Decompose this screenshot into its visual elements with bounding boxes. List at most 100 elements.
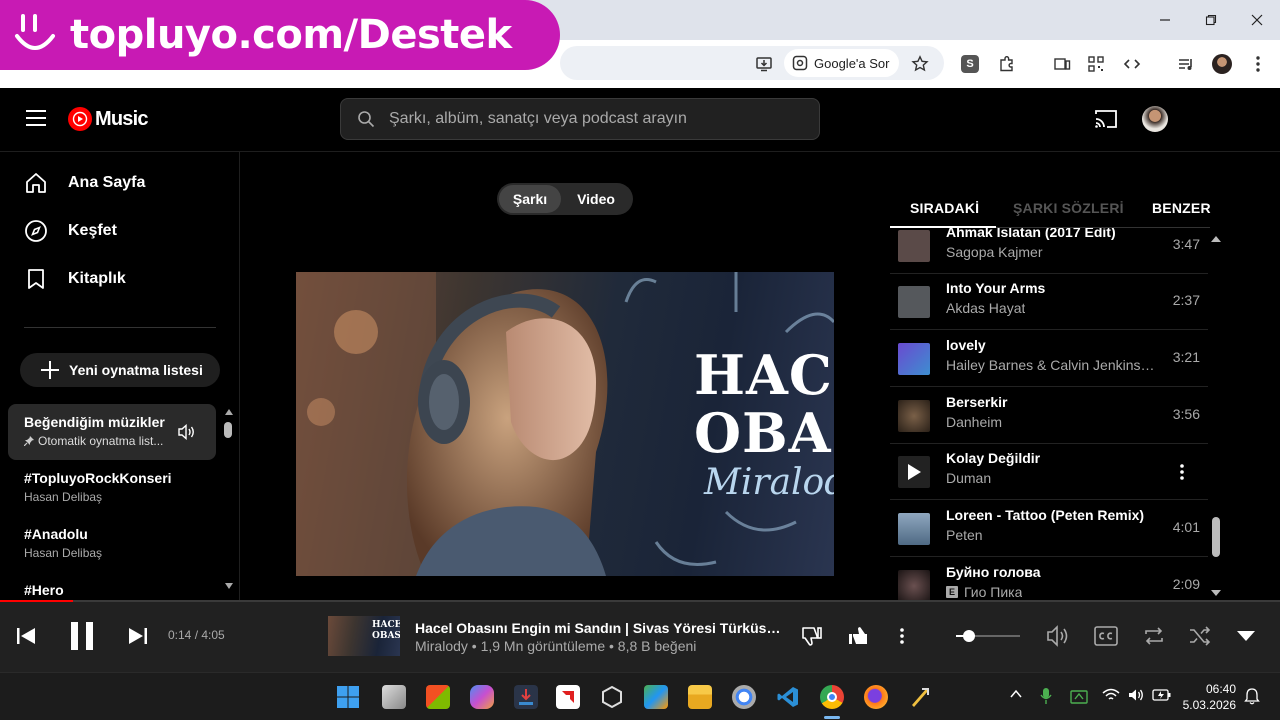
media-controls-icon[interactable]	[1174, 52, 1198, 76]
app-logo[interactable]: Music	[68, 107, 148, 131]
task-view-icon[interactable]	[382, 685, 406, 709]
volume-button[interactable]	[1046, 624, 1070, 648]
wifi-icon[interactable]	[1102, 688, 1120, 702]
more-options-icon[interactable]	[1180, 464, 1184, 480]
queue-scroll-down-icon[interactable]	[1210, 589, 1222, 597]
pause-icon	[69, 621, 95, 651]
sidebar-item-library[interactable]: Kitaplık	[24, 264, 126, 294]
queue-artist: Hailey Barnes & Calvin Jenkins ...	[946, 357, 1156, 373]
queue-row[interactable]: Ahmak Islatan (2017 Edit) Sagopa Kajmer …	[890, 228, 1208, 274]
notifications-icon[interactable]	[1244, 687, 1260, 705]
volume-knob[interactable]	[962, 630, 975, 642]
queue-row[interactable]: Berserkir Danheim 3:56	[890, 388, 1208, 444]
queue-row[interactable]: Loreen - Tattoo (Peten Remix) Peten 4:01	[890, 501, 1208, 557]
shuffle-button[interactable]	[1188, 624, 1212, 648]
hamburger-menu-icon[interactable]	[26, 110, 46, 126]
queue-artist: Duman	[946, 470, 992, 486]
song-toggle-button[interactable]: Şarkı	[499, 185, 561, 213]
microphone-icon[interactable]	[1040, 687, 1052, 705]
bluestacks-icon[interactable]	[644, 685, 668, 709]
repeat-button[interactable]	[1142, 624, 1166, 648]
install-app-icon[interactable]	[752, 52, 776, 76]
now-playing-thumbnail[interactable]: HACE OBAS	[328, 616, 400, 656]
expand-player-button[interactable]	[1234, 624, 1258, 648]
search-input[interactable]: Şarkı, albüm, sanatçı veya podcast arayı…	[340, 98, 820, 140]
queue-title: Loreen - Tattoo (Peten Remix)	[946, 507, 1145, 523]
song-video-toggle: Şarkı Video	[497, 183, 633, 215]
queue-row-now-playing[interactable]: Kolay Değildir Duman	[890, 444, 1208, 500]
tray-overflow-icon[interactable]	[1010, 689, 1022, 699]
system-clock[interactable]: 06:40 5.03.2026	[1183, 681, 1236, 713]
queue-title: Буйно голова	[946, 564, 1041, 580]
vscode-icon[interactable]	[776, 685, 800, 709]
previous-track-button[interactable]	[14, 624, 38, 648]
volume-slider[interactable]	[956, 630, 1020, 642]
store-icon[interactable]	[426, 685, 450, 709]
queue-scrollbar-thumb[interactable]	[1212, 517, 1220, 557]
next-track-button[interactable]	[126, 624, 150, 648]
queue-row[interactable]: lovely Hailey Barnes & Calvin Jenkins ..…	[890, 331, 1208, 387]
sidebar-scrollbar-thumb[interactable]	[224, 422, 232, 438]
queue-artist: Akdas Hayat	[946, 300, 1026, 316]
profile-avatar[interactable]	[1210, 52, 1234, 76]
playlist-subtitle: Hasan Delibaş	[24, 546, 103, 560]
bookmark-star-icon[interactable]	[908, 52, 932, 76]
clock-time: 06:40	[1205, 682, 1236, 696]
windows-start-icon[interactable]	[336, 685, 360, 709]
copilot-icon[interactable]	[470, 685, 494, 709]
unity-hexagon-icon[interactable]	[600, 685, 624, 709]
pause-button[interactable]	[66, 618, 98, 654]
google-lens-button[interactable]: Google'a Sor	[784, 49, 900, 77]
speaker-icon[interactable]	[1128, 688, 1144, 702]
cast-tab-icon[interactable]	[1050, 52, 1074, 76]
play-overlay-icon	[898, 456, 930, 488]
download-tool-icon[interactable]	[514, 685, 538, 709]
chrome-icon[interactable]	[820, 685, 844, 709]
devtools-code-icon[interactable]	[1120, 52, 1144, 76]
sidebar-item-home[interactable]: Ana Sayfa	[24, 168, 145, 198]
queue-thumbnail	[898, 513, 930, 545]
new-playlist-button[interactable]: Yeni oynatma listesi	[20, 353, 220, 387]
tray-app-icon[interactable]	[1070, 688, 1088, 704]
playlist-item[interactable]: Beğendiğim müzikler Otomatik oynatma lis…	[8, 404, 216, 460]
playlist-item[interactable]: #Hero	[8, 572, 216, 600]
battery-icon[interactable]	[1152, 688, 1172, 702]
queue-row[interactable]: Into Your Arms Akdas Hayat 2:37	[890, 274, 1208, 330]
like-button[interactable]	[846, 624, 870, 648]
album-artwork: HACE OBAS Miralody	[296, 272, 834, 576]
playlist-item[interactable]: #Anadolu Hasan Delibaş	[8, 516, 216, 572]
restore-icon[interactable]	[1196, 8, 1226, 32]
tab-lyrics[interactable]: ŞARKI SÖZLERİ	[1013, 200, 1124, 216]
progress-bar[interactable]	[0, 600, 1280, 602]
now-playing-title[interactable]: Hacel Obasını Engin mi Sandın | Sivas Yö…	[415, 620, 787, 636]
qr-code-icon[interactable]	[1084, 52, 1108, 76]
video-toggle-button[interactable]: Video	[563, 185, 629, 213]
queue-scroll-up-icon[interactable]	[1210, 235, 1222, 243]
cast-icon[interactable]	[1094, 108, 1118, 130]
queue-row[interactable]: Буйно голова E Гио Пика 2:09	[890, 558, 1208, 600]
thumbnail-line1: HACE	[372, 620, 400, 630]
browser-menu-icon[interactable]	[1246, 52, 1270, 76]
firefox-icon[interactable]	[864, 685, 888, 709]
extension-s-icon[interactable]: S	[958, 52, 982, 76]
right-panel-tabs: SIRADAKİ ŞARKI SÖZLERİ BENZER	[890, 190, 1211, 228]
playlist-item[interactable]: #TopluyoRockKonseri Hasan Delibaş	[8, 460, 216, 516]
sidebar-item-explore[interactable]: Keşfet	[24, 216, 117, 246]
tab-related[interactable]: BENZER	[1152, 200, 1211, 216]
chrome-alt-icon[interactable]	[732, 685, 756, 709]
rocket-app-icon[interactable]	[908, 685, 932, 709]
close-window-icon[interactable]	[1242, 8, 1272, 32]
extensions-puzzle-icon[interactable]	[995, 52, 1019, 76]
tab-up-next[interactable]: SIRADAKİ	[910, 200, 979, 216]
captions-button[interactable]	[1094, 624, 1118, 648]
file-explorer-icon[interactable]	[688, 685, 712, 709]
player-more-button[interactable]	[892, 624, 912, 648]
minimize-icon[interactable]	[1150, 8, 1180, 32]
queue-artist: Danheim	[946, 414, 1003, 430]
dislike-button[interactable]	[800, 624, 824, 648]
scroll-up-arrow-icon[interactable]	[224, 408, 234, 416]
scroll-down-arrow-icon[interactable]	[224, 582, 234, 590]
artwork-title-text: HACE OBAS	[694, 346, 834, 462]
account-avatar[interactable]	[1142, 106, 1168, 132]
amd-app-icon[interactable]	[556, 685, 580, 709]
